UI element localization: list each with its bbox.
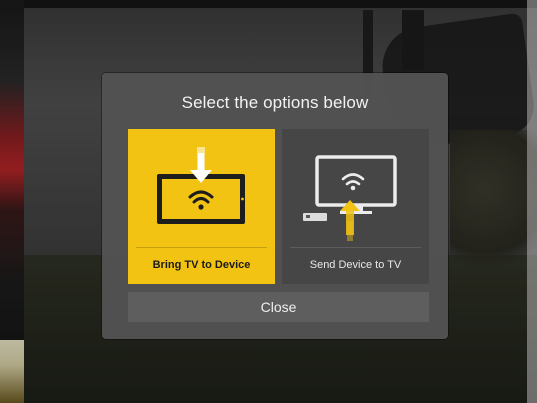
option-divider (136, 247, 267, 248)
option-divider (290, 247, 421, 248)
tv-wifi-icon (303, 155, 397, 241)
dialog-title: Select the options below (181, 93, 369, 112)
send-device-to-tv-option[interactable]: Send Device to TV (282, 129, 429, 284)
close-button[interactable]: Close (128, 292, 429, 322)
tablet-wifi-icon (157, 147, 245, 224)
option-label: Send Device to TV (309, 259, 402, 271)
options-dialog: Select the options below Bring TV to Dev… (102, 73, 448, 339)
bring-tv-to-device-option[interactable]: Bring TV to Device (128, 129, 275, 284)
option-label: Bring TV to Device (152, 259, 251, 271)
